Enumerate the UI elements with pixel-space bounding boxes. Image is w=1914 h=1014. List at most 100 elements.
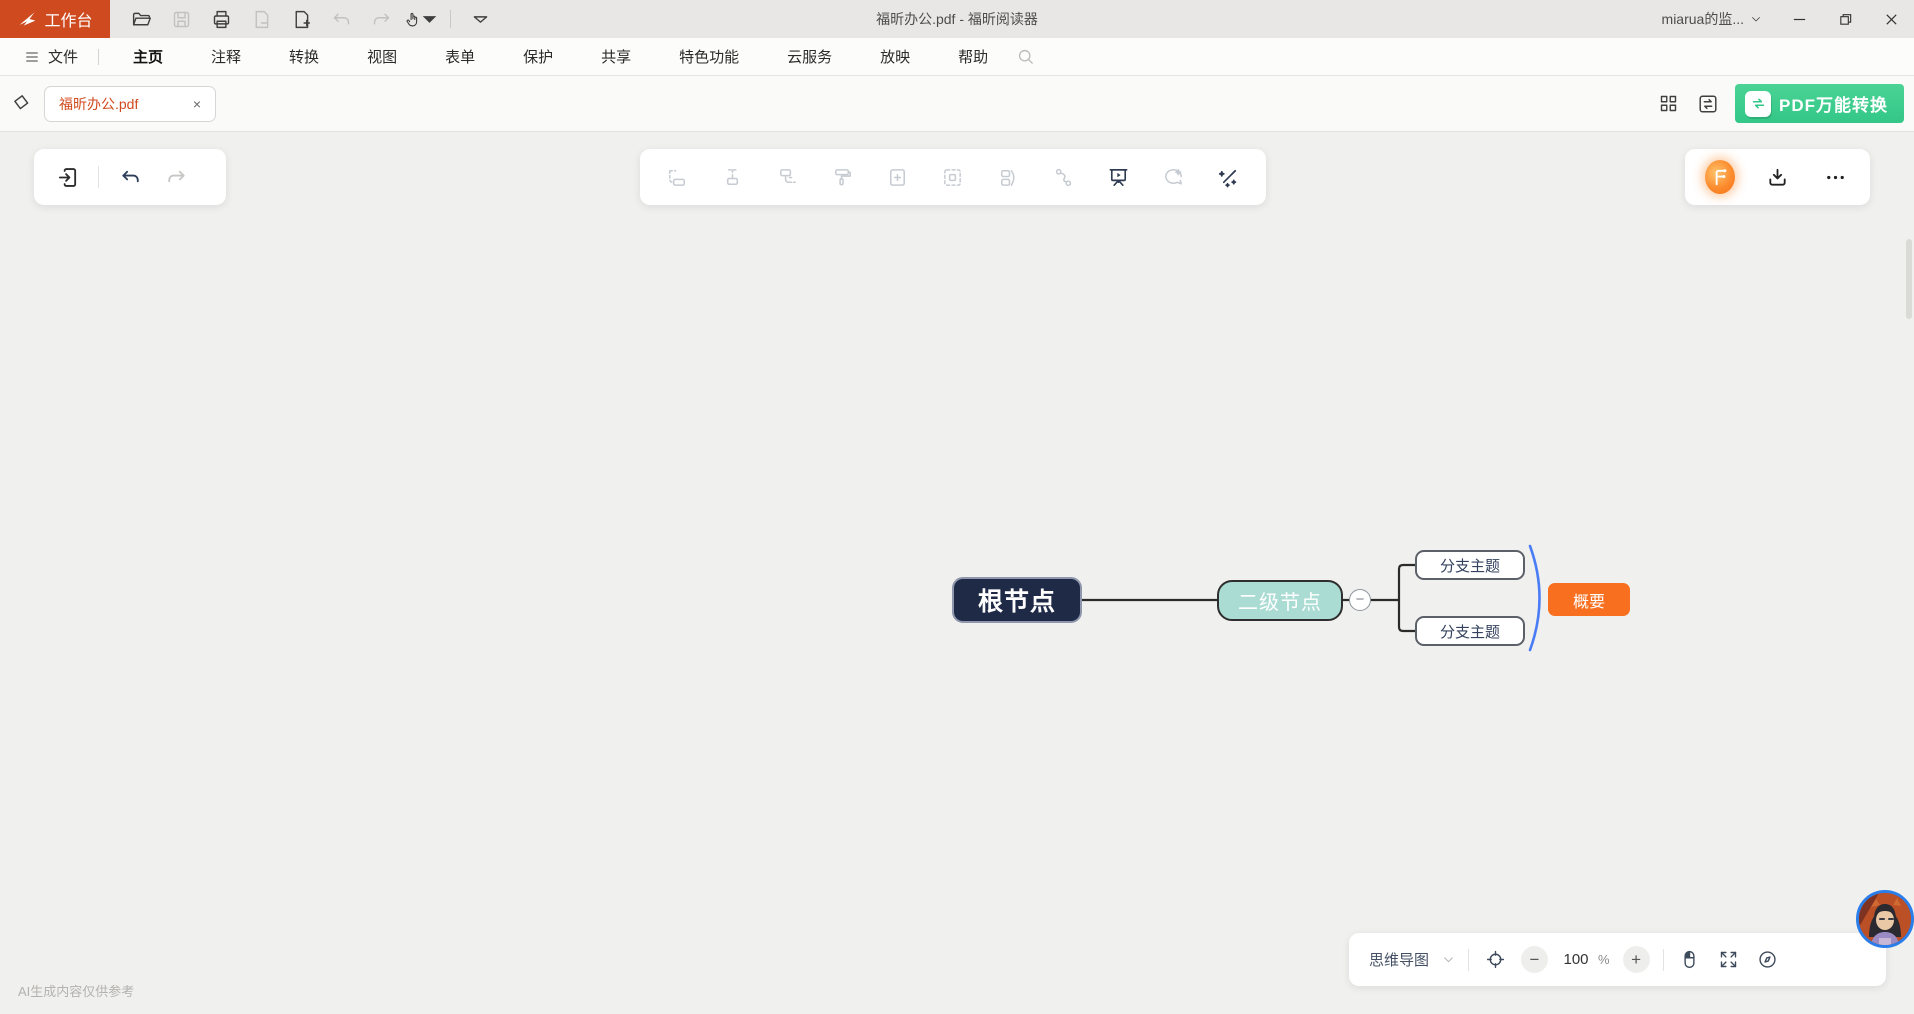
pdf-convert-button[interactable]: PDF万能转换 bbox=[1735, 84, 1904, 123]
mindmap-toolbar bbox=[640, 149, 1266, 205]
add-child-topic-button[interactable] bbox=[717, 162, 747, 192]
minus-icon: − bbox=[1356, 592, 1365, 607]
statusbar-divider bbox=[1468, 949, 1469, 971]
relationship-line-icon bbox=[1052, 166, 1075, 189]
workspace-button[interactable]: 工作台 bbox=[0, 0, 110, 38]
plus-icon: + bbox=[1631, 950, 1641, 970]
add-sibling-topic-button[interactable] bbox=[662, 162, 692, 192]
folder-open-icon bbox=[131, 9, 152, 30]
chevron-down-icon[interactable] bbox=[1442, 953, 1455, 966]
toolbar-divider bbox=[450, 10, 451, 28]
navigate-button[interactable] bbox=[1755, 947, 1781, 973]
magic-wand-icon bbox=[1217, 166, 1240, 189]
search-button[interactable] bbox=[1016, 47, 1035, 66]
ai-magic-button[interactable] bbox=[1214, 162, 1244, 192]
menu-file[interactable]: 文件 bbox=[14, 46, 88, 67]
square-plus-icon bbox=[886, 166, 909, 189]
center-view-button[interactable] bbox=[1482, 947, 1508, 973]
open-file-button[interactable] bbox=[124, 4, 158, 34]
print-button[interactable] bbox=[204, 4, 238, 34]
hand-tool-button[interactable] bbox=[404, 4, 438, 34]
tab-title: 福昕办公.pdf bbox=[59, 94, 189, 114]
mindmap-canvas[interactable]: 根节点 二级节点 − 分支主题 分支主题 概要 思维导图 − 100 % + bbox=[0, 132, 1914, 1014]
mindmap-root-node[interactable]: 根节点 bbox=[952, 577, 1082, 623]
close-button[interactable] bbox=[1868, 0, 1914, 38]
ai-comment-button[interactable] bbox=[1159, 162, 1189, 192]
statusbar-divider bbox=[1663, 949, 1664, 971]
avatar-image bbox=[1859, 893, 1911, 945]
avatar[interactable] bbox=[1856, 890, 1914, 948]
redo-button[interactable] bbox=[161, 162, 191, 192]
edit-toolbar-left bbox=[34, 149, 226, 205]
titlebar-undo-button[interactable] bbox=[324, 4, 358, 34]
download-icon bbox=[1766, 166, 1789, 189]
pen-icon bbox=[10, 93, 32, 115]
pen-tool-button[interactable] bbox=[8, 93, 34, 115]
minus-icon: − bbox=[1530, 950, 1540, 970]
mouse-mode-button[interactable] bbox=[1677, 947, 1703, 973]
mindmap-summary-node[interactable]: 概要 bbox=[1548, 583, 1630, 616]
zoom-in-button[interactable]: + bbox=[1623, 946, 1650, 973]
mindmap-branch-node-2[interactable]: 分支主题 bbox=[1415, 616, 1525, 646]
undo-icon bbox=[119, 166, 142, 189]
format-painter-button[interactable] bbox=[828, 162, 858, 192]
summary-button[interactable] bbox=[993, 162, 1023, 192]
switch-document-button[interactable] bbox=[1695, 91, 1721, 117]
mindmap-actions-toolbar bbox=[1685, 149, 1870, 205]
select-area-button[interactable] bbox=[938, 162, 968, 192]
hand-pointer-icon bbox=[404, 9, 421, 30]
crosshair-icon bbox=[1485, 949, 1506, 970]
extract-page-button[interactable] bbox=[244, 4, 278, 34]
minimize-button[interactable] bbox=[1776, 0, 1822, 38]
ai-comment-icon bbox=[1162, 166, 1185, 189]
mindmap-second-node[interactable]: 二级节点 bbox=[1217, 580, 1343, 621]
menu-form[interactable]: 表单 bbox=[421, 38, 499, 75]
menu-share[interactable]: 共享 bbox=[577, 38, 655, 75]
menu-convert[interactable]: 转换 bbox=[265, 38, 343, 75]
menu-present[interactable]: 放映 bbox=[856, 38, 934, 75]
ai-assistant-button[interactable] bbox=[1705, 162, 1735, 192]
redo-icon bbox=[371, 9, 392, 30]
foxit-logo-icon bbox=[17, 9, 37, 29]
tab-strip: 福昕办公.pdf × PDF万能转换 bbox=[0, 76, 1914, 132]
save-button[interactable] bbox=[164, 4, 198, 34]
add-subtopic-button[interactable] bbox=[772, 162, 802, 192]
collapse-toolbar-button[interactable] bbox=[463, 4, 497, 34]
new-page-button[interactable] bbox=[284, 4, 318, 34]
menu-protect[interactable]: 保护 bbox=[499, 38, 577, 75]
swap-icon bbox=[1697, 93, 1719, 115]
ai-assistant-icon bbox=[1705, 160, 1735, 194]
restore-button[interactable] bbox=[1822, 0, 1868, 38]
fullscreen-button[interactable] bbox=[1716, 947, 1742, 973]
more-options-button[interactable] bbox=[1820, 162, 1850, 192]
titlebar-redo-button[interactable] bbox=[364, 4, 398, 34]
redo-icon bbox=[165, 166, 188, 189]
mindmap-branch-node-1[interactable]: 分支主题 bbox=[1415, 550, 1525, 580]
insert-topic-button[interactable] bbox=[883, 162, 913, 192]
chevron-down-outline-icon bbox=[470, 9, 491, 30]
menu-cloud[interactable]: 云服务 bbox=[763, 38, 856, 75]
relationship-line-button[interactable] bbox=[1048, 162, 1078, 192]
undo-button[interactable] bbox=[115, 162, 145, 192]
zoom-out-button[interactable]: − bbox=[1521, 946, 1548, 973]
vertical-scrollbar[interactable] bbox=[1906, 239, 1912, 319]
download-button[interactable] bbox=[1763, 162, 1793, 192]
user-account-menu[interactable]: miarua的监... bbox=[1648, 0, 1776, 38]
close-icon bbox=[1884, 12, 1899, 27]
collapse-branch-button[interactable]: − bbox=[1349, 589, 1371, 611]
menu-bar: 文件 主页 注释 转换 视图 表单 保护 共享 特色功能 云服务 放映 帮助 bbox=[0, 38, 1914, 76]
exit-mindmap-button[interactable] bbox=[52, 162, 82, 192]
menu-comment[interactable]: 注释 bbox=[187, 38, 265, 75]
tab-grid-view-button[interactable] bbox=[1655, 91, 1681, 117]
menu-features[interactable]: 特色功能 bbox=[655, 38, 763, 75]
menu-home[interactable]: 主页 bbox=[109, 38, 187, 75]
convert-badge-icon bbox=[1745, 91, 1771, 117]
zoom-level-value: 100 bbox=[1561, 951, 1591, 968]
menu-view[interactable]: 视图 bbox=[343, 38, 421, 75]
menu-file-label: 文件 bbox=[48, 46, 78, 67]
presentation-button[interactable] bbox=[1104, 162, 1134, 192]
title-bar: 工作台 bbox=[0, 0, 1914, 38]
tab-close-icon[interactable]: × bbox=[189, 94, 205, 114]
document-tab[interactable]: 福昕办公.pdf × bbox=[44, 86, 216, 122]
menu-help[interactable]: 帮助 bbox=[934, 38, 1012, 75]
